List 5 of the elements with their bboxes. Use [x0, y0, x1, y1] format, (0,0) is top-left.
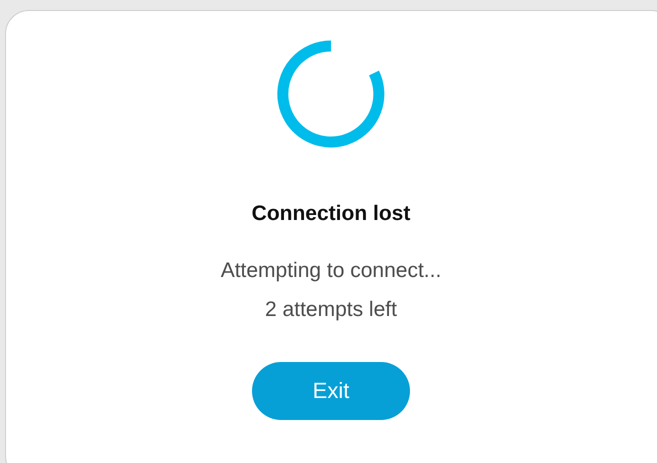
message-text: 2 attempts left: [265, 296, 397, 322]
exit-button[interactable]: Exit: [252, 362, 410, 420]
dialog-title: Connection lost: [252, 201, 410, 227]
message-text: Attempting to connect...: [220, 258, 442, 284]
spinner-icon: [277, 40, 385, 148]
